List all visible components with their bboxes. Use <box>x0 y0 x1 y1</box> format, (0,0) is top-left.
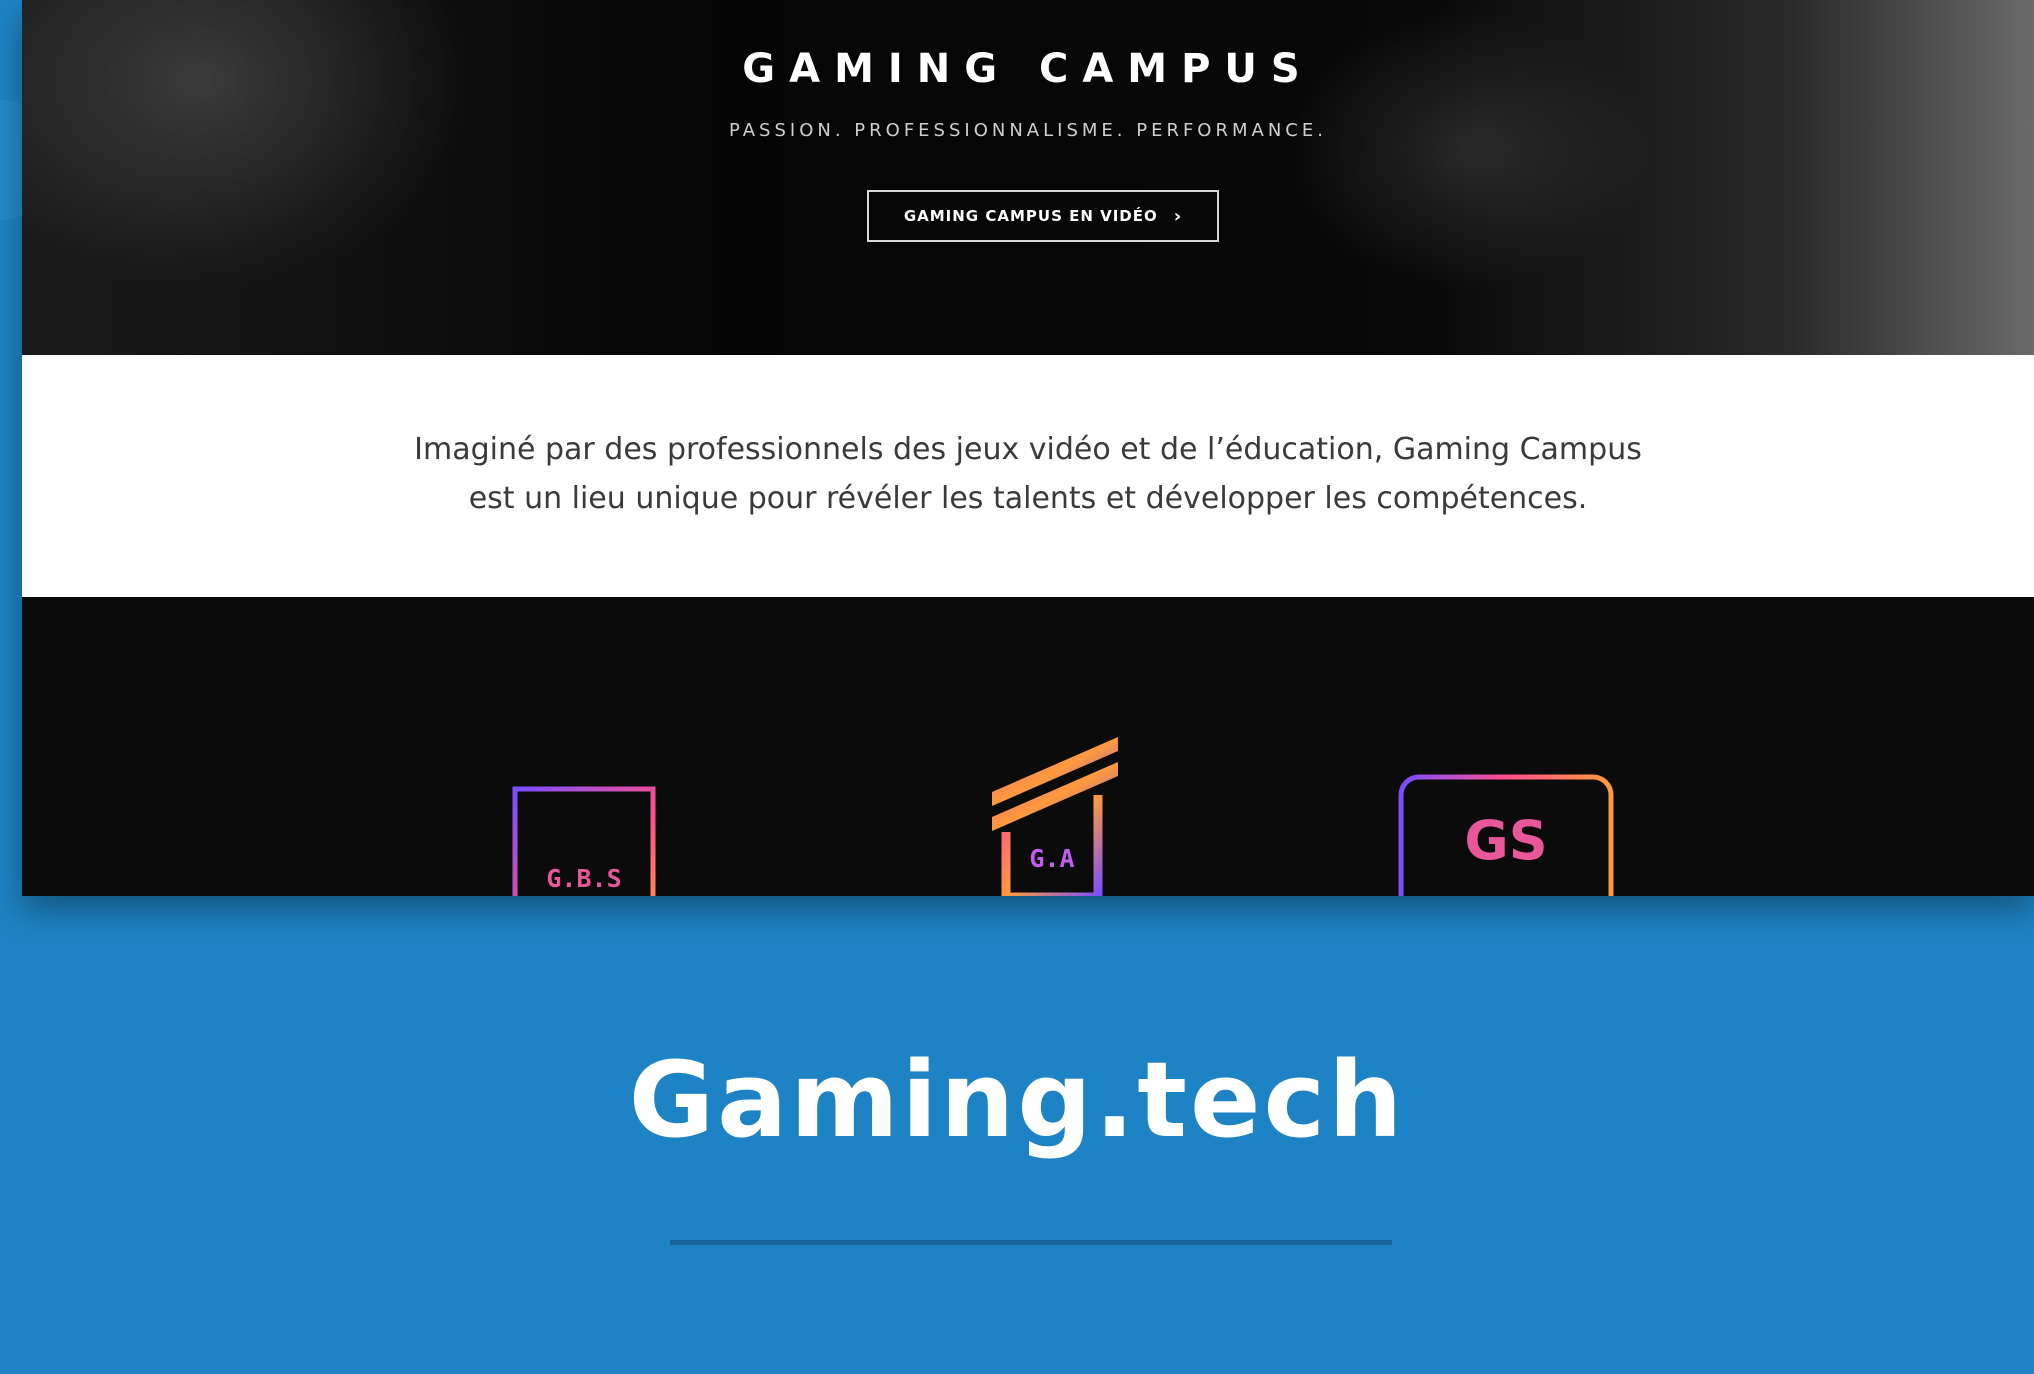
intro-text: Imaginé par des professionnels des jeux … <box>222 425 1834 523</box>
page-title: Gaming.tech <box>628 1039 1406 1161</box>
gbs-logo[interactable]: G.B.S <box>510 784 660 896</box>
ga-logo-text: G.A <box>1029 844 1074 873</box>
chevron-right-icon: › <box>1173 205 1183 227</box>
intro-section: Imaginé par des professionnels des jeux … <box>22 355 2034 597</box>
hero-banner: GAMING CAMPUS PASSION. PROFESSIONNALISME… <box>22 0 2034 355</box>
gs-logo-text: GS <box>1464 809 1547 872</box>
intro-line-2: est un lieu unique pour révéler les tale… <box>468 481 1588 516</box>
gbs-logo-text: G.B.S <box>546 864 621 893</box>
video-cta-label: GAMING CAMPUS EN VIDÉO <box>903 207 1158 225</box>
ga-logo[interactable]: G.A <box>982 737 1122 896</box>
title-divider <box>670 1240 1392 1245</box>
intro-line-1: Imaginé par des professionnels des jeux … <box>414 432 1642 467</box>
gs-logo[interactable]: GS <box>1396 772 1616 896</box>
schools-section: G.B.S G.A GS <box>22 597 2034 896</box>
hero-title: GAMING CAMPUS <box>742 46 1314 92</box>
website-screenshot: GAMING CAMPUS PASSION. PROFESSIONNALISME… <box>22 0 2034 896</box>
video-cta-button[interactable]: GAMING CAMPUS EN VIDÉO › <box>867 190 1219 242</box>
hero-tagline: PASSION. PROFESSIONNALISME. PERFORMANCE. <box>729 120 1327 141</box>
